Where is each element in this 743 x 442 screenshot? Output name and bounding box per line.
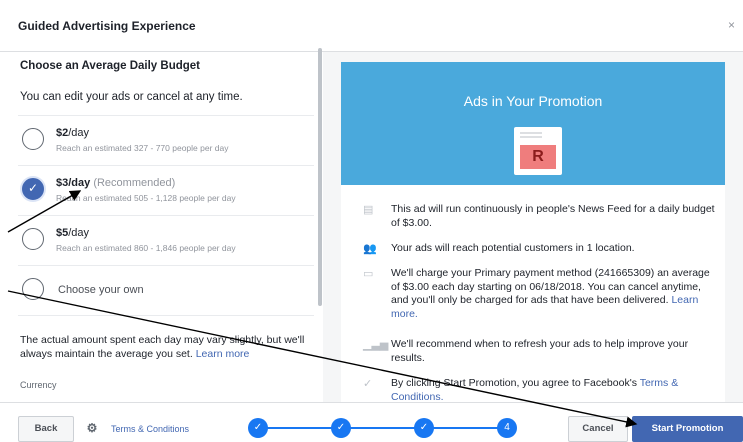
progress-line — [258, 427, 508, 429]
progress-step-3: ✓ — [414, 418, 434, 438]
ad-thumbnail: R — [514, 127, 562, 175]
promotion-panel: Ads in Your Promotion R ▤ This ad will r… — [323, 52, 743, 404]
option-price: $3 — [56, 177, 69, 189]
credit-card-icon: ▭ — [363, 268, 374, 280]
ad-logo-letter: R — [520, 145, 556, 169]
option-price: $5 — [56, 227, 69, 239]
budget-subheading: You can edit your ads or cancel at any t… — [20, 91, 243, 103]
dialog-footer: Back ⚙ Terms & Conditions ✓ ✓ ✓ 4 Cancel… — [0, 402, 743, 442]
currency-label: Currency — [20, 380, 57, 390]
footnote-text: The actual amount spent each day may var… — [20, 334, 305, 360]
promotion-details: ▤ This ad will run continuously in peopl… — [341, 185, 725, 404]
radio-button-selected[interactable] — [22, 178, 44, 200]
info-text: Your ads will reach potential customers … — [391, 242, 635, 254]
info-item: ▤ This ad will run continuously in peopl… — [363, 203, 718, 230]
checkmark-icon: ✓ — [363, 378, 373, 390]
option-unit: /day — [68, 127, 90, 139]
dialog-title: Guided Advertising Experience — [18, 19, 196, 33]
radio-button[interactable] — [22, 228, 44, 250]
promotion-title: Ads in Your Promotion — [463, 93, 603, 109]
people-icon: 👥 — [363, 243, 377, 255]
info-item: ✓ By clicking Start Promotion, you agree… — [363, 377, 718, 404]
info-text: This ad will run continuously in people'… — [391, 203, 715, 229]
close-icon[interactable]: × — [728, 18, 735, 32]
progress-step-1: ✓ — [248, 418, 268, 438]
info-text: We'll recommend when to refresh your ads… — [391, 338, 689, 364]
option-reach: Reach an estimated 505 - 1,128 people pe… — [56, 193, 236, 203]
back-button[interactable]: Back — [18, 416, 74, 442]
info-item: ▁▃▅ We'll recommend when to refresh your… — [363, 338, 718, 365]
promotion-banner: Ads in Your Promotion R — [341, 62, 725, 185]
news-feed-icon: ▤ — [363, 204, 374, 216]
text-lines-icon — [520, 132, 542, 134]
radio-button[interactable] — [22, 128, 44, 150]
gear-icon[interactable]: ⚙ — [82, 416, 102, 442]
option-unit: /day — [68, 227, 90, 239]
budget-heading: Choose an Average Daily Budget — [20, 60, 200, 72]
bar-chart-icon: ▁▃▅ — [363, 339, 389, 351]
info-text: By clicking Start Promotion, you agree t… — [391, 377, 637, 389]
budget-option-custom[interactable]: Choose your own — [18, 265, 314, 316]
option-unit: /day — [68, 177, 91, 189]
budget-footnote: The actual amount spent each day may var… — [20, 333, 315, 361]
info-item: ▭ We'll charge your Primary payment meth… — [363, 267, 718, 321]
cancel-button[interactable]: Cancel — [568, 416, 628, 442]
progress-step-2: ✓ — [331, 418, 351, 438]
learn-more-link[interactable]: Learn more — [196, 348, 250, 360]
option-reach: Reach an estimated 327 - 770 people per … — [56, 143, 229, 153]
budget-option-5[interactable]: $5/day Reach an estimated 860 - 1,846 pe… — [18, 215, 314, 265]
scrollbar[interactable] — [318, 48, 322, 306]
option-price: $2 — [56, 127, 69, 139]
info-text: We'll charge your Primary payment method… — [391, 267, 710, 306]
terms-conditions-link[interactable]: Terms & Conditions — [111, 424, 189, 434]
budget-panel: Choose an Average Daily Budget You can e… — [0, 52, 322, 402]
budget-option-2[interactable]: $2/day Reach an estimated 327 - 770 peop… — [18, 115, 314, 165]
budget-option-3[interactable]: $3/day (Recommended) Reach an estimated … — [18, 165, 314, 215]
recommended-note: (Recommended) — [90, 177, 176, 189]
radio-button[interactable] — [22, 278, 44, 300]
start-promotion-button[interactable]: Start Promotion — [632, 416, 743, 442]
progress-step-4: 4 — [497, 418, 517, 438]
option-reach: Reach an estimated 860 - 1,846 people pe… — [56, 243, 236, 253]
dialog-header: Guided Advertising Experience × — [0, 0, 743, 52]
custom-budget-label: Choose your own — [58, 284, 144, 296]
info-item: 👥 Your ads will reach potential customer… — [363, 242, 718, 256]
